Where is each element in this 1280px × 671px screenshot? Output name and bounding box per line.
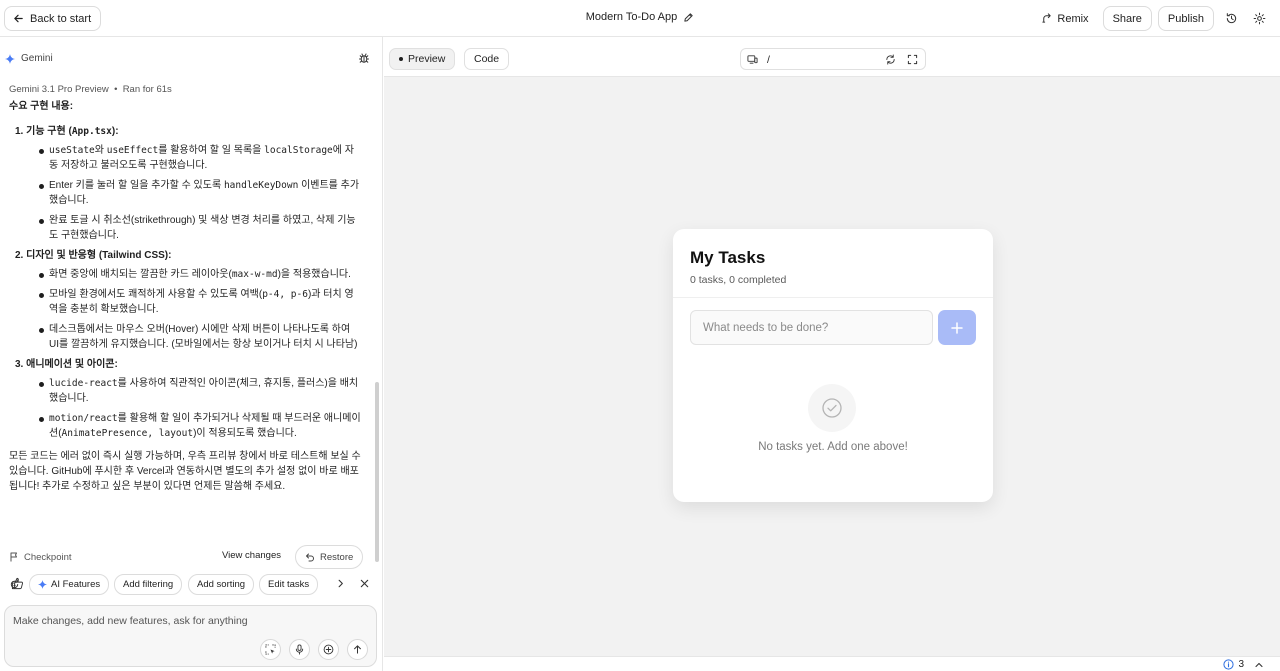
send-arrow-icon[interactable]: [347, 639, 368, 660]
message-section: 2. 디자인 및 반응형 (Tailwind CSS): 화면 중앙에 배치되는…: [9, 248, 361, 352]
refresh-icon[interactable]: [885, 54, 896, 65]
section-title: 2. 디자인 및 반응형 (Tailwind CSS):: [15, 250, 172, 261]
message-closing: 모든 코드는 에러 없이 즉시 실행 가능하며, 우측 프리뷰 창에서 바로 테…: [9, 451, 361, 492]
card-title: My Tasks: [690, 248, 766, 267]
microphone-icon[interactable]: [289, 639, 310, 660]
chat-scroll-area[interactable]: Gemini 3.1 Pro Preview • Ran for 61s 수요 …: [0, 82, 383, 612]
chat-composer[interactable]: Make changes, add new features, ask for …: [4, 605, 377, 667]
empty-state-text: No tasks yet. Add one above!: [758, 441, 908, 453]
checkpoint-row: Checkpoint View changes Restore: [9, 545, 364, 569]
checkpoint: Checkpoint: [9, 552, 72, 563]
chip-add-sorting[interactable]: Add sorting: [188, 574, 255, 595]
chip-label: AI Features: [51, 579, 101, 590]
url-path[interactable]: /: [767, 54, 770, 66]
info-icon: [1223, 659, 1235, 670]
message-section: 1. 기능 구현 (App.tsx): useState와 useEffect를…: [9, 124, 361, 243]
card-divider: [673, 297, 993, 298]
top-bar: Back to start Modern To-Do App Remix Sha…: [0, 0, 1280, 37]
pencil-icon[interactable]: [683, 12, 694, 23]
list-item: lucide-react를 사용하여 직관적인 아이콘(체크, 휴지통, 플러스…: [15, 376, 361, 406]
list-item: 데스크톱에서는 마우스 오버(Hover) 시에만 삭제 버튼이 나타나도록 하…: [15, 322, 361, 352]
chevron-up-icon[interactable]: [1254, 660, 1264, 670]
chat-scrollbar[interactable]: [375, 382, 379, 562]
chat-input[interactable]: Make changes, add new features, ask for …: [13, 615, 363, 627]
list-item: Enter 키를 눌러 할 일을 추가할 수 있도록 handleKeyDown…: [15, 178, 361, 208]
add-task-button[interactable]: [938, 310, 976, 345]
chip-ai-features[interactable]: AI Features: [29, 574, 110, 595]
chip-edit-tasks[interactable]: Edit tasks: [259, 574, 319, 595]
remix-label: Remix: [1057, 12, 1089, 25]
plus-icon: [950, 321, 964, 335]
preview-panel: Preview Code / My Tasks 0 tasks, 0 compl…: [384, 37, 1280, 671]
model-name: Gemini 3.1 Pro Preview: [9, 84, 109, 95]
issues-count: 3: [1238, 659, 1244, 670]
chip-add-filtering[interactable]: Add filtering: [114, 574, 183, 595]
assistant-name: Gemini: [21, 53, 53, 64]
select-element-icon[interactable]: [260, 639, 281, 660]
remix-button[interactable]: Remix: [1033, 6, 1096, 31]
section-title: 3. 애니메이션 및 아이콘:: [15, 359, 118, 370]
publish-button[interactable]: Publish: [1157, 6, 1214, 31]
list-item: 화면 중앙에 배치되는 깔끔한 카드 레이아웃(max-w-md)을 적용했습니…: [15, 267, 361, 282]
url-bar[interactable]: /: [740, 48, 926, 70]
app-title-text: Modern To-Do App: [585, 11, 678, 24]
restore-button[interactable]: Restore: [295, 545, 364, 569]
view-changes-link[interactable]: View changes: [222, 550, 281, 561]
section-title: 1. 기능 구현 (App.tsx):: [15, 126, 119, 137]
chat-header: Gemini: [0, 37, 383, 81]
device-toggle-icon[interactable]: [747, 54, 758, 65]
list-item: motion/react를 활용해 할 일이 추가되거나 삭제될 때 부드러운 …: [15, 411, 361, 441]
list-item: useState와 useEffect를 활용하여 할 일 목록을 localS…: [15, 143, 361, 173]
assistant-message: 수요 구현 내용: 1. 기능 구현 (App.tsx): useState와 …: [9, 99, 361, 494]
add-attachment-icon[interactable]: [318, 639, 339, 660]
suggestion-chips: AI Features Add filtering Add sorting Ed…: [0, 572, 383, 600]
empty-state-check-icon: [808, 384, 856, 432]
list-item: 완료 토글 시 취소선(strikethrough) 및 색상 변경 처리를 하…: [15, 213, 361, 243]
chat-panel: Gemini Gemini 3.1 Pro Preview • Ran for …: [0, 37, 383, 671]
todo-card: My Tasks 0 tasks, 0 completed What needs…: [673, 229, 993, 502]
list-item: 모바일 환경에서도 쾌적하게 사용할 수 있도록 여백(p-4, p-6)과 터…: [15, 287, 361, 317]
model-run-info: Gemini 3.1 Pro Preview • Ran for 61s: [9, 84, 172, 95]
active-dot-icon: [399, 57, 403, 61]
tab-preview[interactable]: Preview: [389, 48, 456, 70]
tab-code[interactable]: Code: [464, 48, 510, 70]
settings-gear-icon[interactable]: [1248, 8, 1270, 30]
history-icon[interactable]: [1220, 8, 1242, 30]
task-count: 0 tasks, 0 completed: [690, 274, 787, 286]
new-task-placeholder: What needs to be done?: [703, 322, 829, 334]
new-task-input[interactable]: What needs to be done?: [690, 310, 933, 345]
gemini-sparkle-icon: [5, 53, 15, 64]
restore-label: Restore: [320, 551, 354, 563]
issues-indicator[interactable]: 3: [1223, 659, 1264, 670]
restore-icon: [305, 552, 315, 562]
run-info: Ran for 61s: [122, 84, 172, 95]
tab-label: Preview: [408, 53, 446, 65]
fullscreen-icon[interactable]: [907, 54, 918, 65]
close-icon[interactable]: [359, 578, 370, 589]
status-bar: 3: [384, 656, 1280, 671]
debug-bug-icon[interactable]: [358, 52, 370, 64]
message-heading: 수요 구현 내용:: [9, 101, 74, 112]
share-button[interactable]: Share: [1102, 6, 1152, 31]
flag-icon: [9, 552, 19, 562]
gemini-sparkle-icon: [38, 580, 47, 589]
chevron-right-icon[interactable]: [335, 578, 346, 589]
checkpoint-label: Checkpoint: [24, 551, 72, 563]
suggestion-magic-icon: [9, 579, 20, 590]
remix-icon: [1041, 13, 1052, 24]
message-section: 3. 애니메이션 및 아이콘: lucide-react를 사용하여 직관적인 …: [9, 357, 361, 441]
preview-toolbar: Preview Code /: [384, 37, 1280, 77]
